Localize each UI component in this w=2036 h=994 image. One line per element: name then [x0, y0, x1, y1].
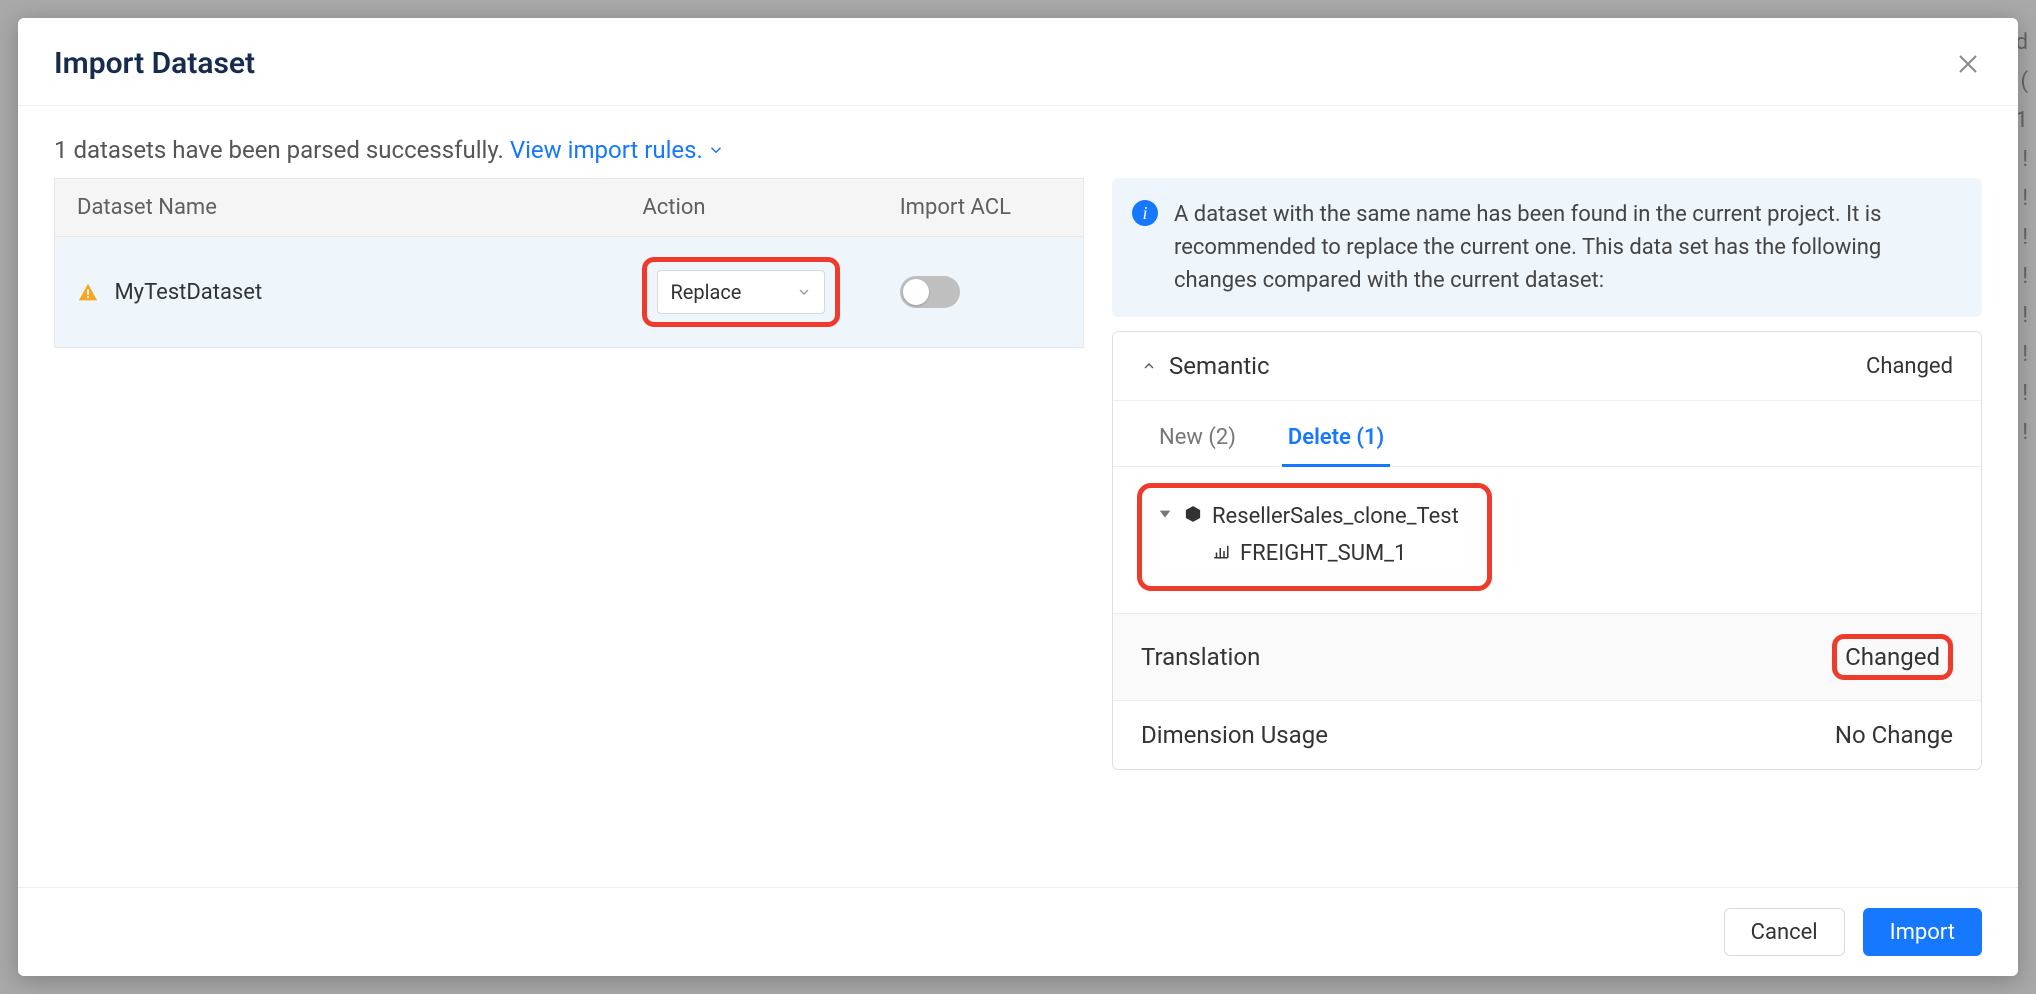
- dataset-name-text: MyTestDataset: [114, 280, 262, 305]
- view-import-rules-link[interactable]: View import rules.: [510, 136, 725, 164]
- cube-icon: [1184, 504, 1202, 529]
- tree-measure-label: FREIGHT_SUM_1: [1240, 541, 1406, 566]
- action-cell: Replace: [620, 237, 877, 348]
- parse-status-line: 1 datasets have been parsed successfully…: [54, 136, 1982, 164]
- semantic-tabs: New (2) Delete (1): [1113, 401, 1981, 467]
- dataset-table-panel: Dataset Name Action Import ACL MyTestDat: [54, 178, 1084, 877]
- warning-icon: [77, 282, 99, 304]
- close-button[interactable]: [1954, 50, 1982, 78]
- translation-status: Changed: [1845, 643, 1940, 671]
- semantic-title: Semantic: [1169, 352, 1270, 380]
- view-import-rules-label: View import rules.: [510, 136, 703, 164]
- dataset-table: Dataset Name Action Import ACL MyTestDat: [54, 178, 1084, 348]
- chevron-up-icon: [1141, 358, 1157, 374]
- import-acl-toggle[interactable]: [900, 276, 960, 308]
- dimension-usage-section[interactable]: Dimension Usage No Change: [1113, 700, 1981, 769]
- changes-panel: i A dataset with the same name has been …: [1112, 178, 1982, 877]
- modal-title: Import Dataset: [54, 46, 255, 81]
- toggle-knob: [903, 279, 929, 305]
- acl-cell: [878, 237, 1084, 348]
- tree-highlight: ResellerSales_clone_Test FREIGHT_SUM_1: [1137, 483, 1492, 591]
- bar-chart-icon: [1212, 541, 1230, 566]
- cancel-button[interactable]: Cancel: [1724, 908, 1845, 956]
- tree-cube-label: ResellerSales_clone_Test: [1212, 504, 1459, 529]
- dimension-usage-status: No Change: [1835, 721, 1953, 749]
- dimension-usage-title: Dimension Usage: [1141, 721, 1328, 749]
- import-button[interactable]: Import: [1863, 908, 1982, 956]
- info-banner: i A dataset with the same name has been …: [1112, 178, 1982, 317]
- parse-status-text: 1 datasets have been parsed successfully…: [54, 136, 504, 164]
- info-text: A dataset with the same name has been fo…: [1174, 198, 1958, 297]
- translation-section[interactable]: Translation Changed: [1113, 613, 1981, 700]
- semantic-tree: ResellerSales_clone_Test FREIGHT_SUM_1: [1113, 467, 1981, 613]
- tab-new[interactable]: New (2): [1153, 415, 1242, 466]
- translation-status-highlight: Changed: [1832, 634, 1953, 680]
- tree-measure-node[interactable]: FREIGHT_SUM_1: [1212, 535, 1459, 572]
- col-header-action: Action: [620, 179, 877, 237]
- action-select[interactable]: Replace: [657, 270, 825, 314]
- table-row[interactable]: MyTestDataset Replace: [55, 237, 1084, 348]
- dataset-name-cell: MyTestDataset: [55, 237, 621, 348]
- chevron-down-icon: [707, 141, 725, 159]
- modal-footer: Cancel Import: [18, 887, 2018, 976]
- info-icon: i: [1132, 200, 1158, 226]
- semantic-status: Changed: [1866, 354, 1953, 379]
- modal-body: 1 datasets have been parsed successfully…: [18, 106, 2018, 887]
- tab-delete[interactable]: Delete (1): [1282, 415, 1390, 466]
- caret-down-icon: [1156, 504, 1174, 529]
- changes-accordion: Semantic Changed New (2) Delete (1): [1112, 331, 1982, 770]
- col-header-name: Dataset Name: [55, 179, 621, 237]
- import-dataset-modal: Import Dataset 1 datasets have been pars…: [18, 18, 2018, 976]
- semantic-section-header[interactable]: Semantic Changed: [1113, 332, 1981, 401]
- action-select-value: Replace: [670, 280, 741, 304]
- tree-cube-node[interactable]: ResellerSales_clone_Test: [1156, 498, 1459, 535]
- modal-header: Import Dataset: [18, 18, 2018, 106]
- translation-title: Translation: [1141, 643, 1260, 671]
- action-highlight: Replace: [642, 257, 840, 327]
- col-header-acl: Import ACL: [878, 179, 1084, 237]
- chevron-down-icon: [796, 284, 812, 300]
